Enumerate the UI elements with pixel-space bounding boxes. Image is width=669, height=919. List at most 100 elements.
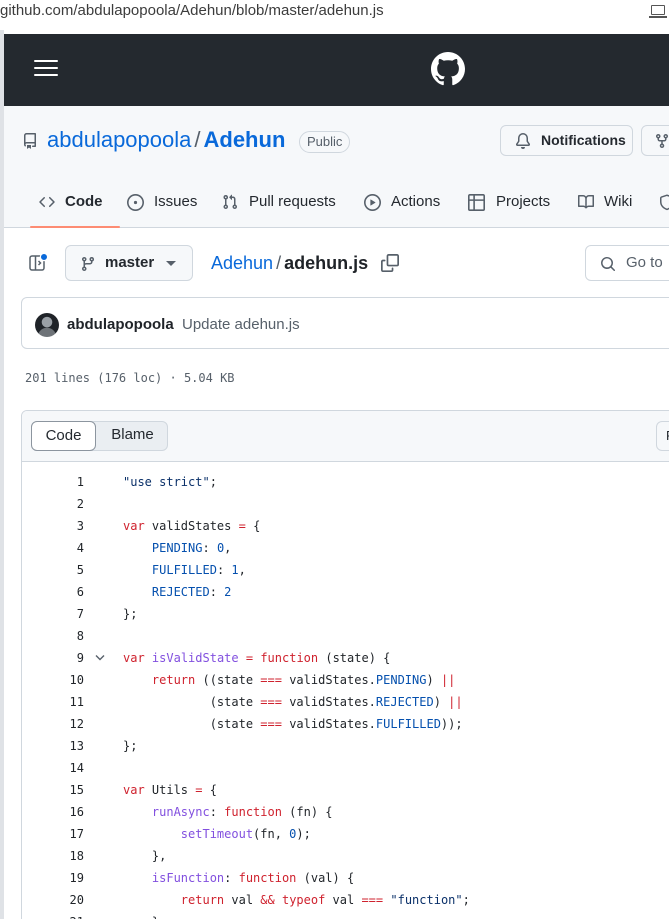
tab-issues[interactable]: Issues bbox=[127, 186, 202, 228]
tab-pull-requests[interactable]: Pull requests bbox=[222, 186, 340, 228]
line-number[interactable]: 10 bbox=[22, 669, 84, 691]
code-text: var validStates = { bbox=[123, 519, 261, 533]
code-lines: 1 "use strict"; 2 3 var validStates = { 4 PEN… bbox=[22, 462, 669, 919]
line-number[interactable]: 16 bbox=[22, 801, 84, 823]
branch-name: master bbox=[105, 254, 155, 271]
line-number[interactable]: 21 bbox=[22, 911, 84, 919]
tab-actions[interactable]: Actions bbox=[364, 186, 446, 228]
code-line: 10 return ((state === validStates.PENDIN… bbox=[22, 669, 669, 691]
line-number[interactable]: 13 bbox=[22, 735, 84, 757]
visibility-badge: Public bbox=[299, 131, 351, 153]
blame-tab[interactable]: Blame bbox=[96, 421, 169, 451]
code-line: 3 var validStates = { bbox=[22, 515, 669, 537]
line-number[interactable]: 19 bbox=[22, 867, 84, 889]
play-icon bbox=[364, 194, 381, 211]
line-number[interactable]: 3 bbox=[22, 515, 84, 537]
breadcrumb-separator: / bbox=[276, 253, 282, 273]
book-icon bbox=[578, 195, 595, 209]
code-text: PENDING: 0, bbox=[151, 541, 232, 555]
code-line: 4 PENDING: 0, bbox=[22, 537, 669, 559]
code-text: setTimeout(fn, 0); bbox=[180, 827, 311, 841]
line-number[interactable]: 14 bbox=[22, 757, 84, 779]
commit-author[interactable]: abdulapopoola bbox=[67, 316, 174, 333]
repo-owner-link[interactable]: abdulapopoola bbox=[47, 127, 191, 152]
go-to-file-input[interactable]: Go to bbox=[585, 245, 669, 281]
chevron-down-icon[interactable] bbox=[95, 654, 105, 662]
code-tab[interactable]: Code bbox=[31, 421, 96, 451]
code-text: var Utils = { bbox=[123, 783, 217, 797]
caret-down-icon bbox=[166, 261, 176, 266]
url-text: github.com/abdulapopoola/Adehun/blob/mas… bbox=[0, 2, 384, 19]
code-text: FULFILLED: 1, bbox=[151, 563, 246, 577]
code-line: 6 REJECTED: 2 bbox=[22, 581, 669, 603]
github-logo-icon[interactable] bbox=[431, 52, 465, 86]
code-line: 16 runAsync: function (fn) { bbox=[22, 801, 669, 823]
tab-security[interactable] bbox=[659, 186, 669, 228]
repo-name-link[interactable]: Adehun bbox=[204, 127, 286, 152]
tab-code[interactable]: Code bbox=[30, 186, 120, 228]
table-icon bbox=[468, 194, 485, 211]
repo-title-separator: / bbox=[194, 127, 201, 152]
code-line: 12 (state === validStates.FULFILLED)); bbox=[22, 713, 669, 735]
issue-icon bbox=[127, 194, 144, 211]
go-to-file-placeholder: Go to bbox=[626, 254, 663, 271]
tab-wiki[interactable]: Wiki bbox=[577, 186, 637, 228]
code-line: 15 var Utils = { bbox=[22, 779, 669, 801]
file-toolbar: master Adehun / adehun.js Go to bbox=[4, 229, 669, 297]
fork-icon bbox=[656, 134, 668, 149]
branch-selector[interactable]: master bbox=[65, 245, 193, 281]
code-text: }, bbox=[123, 911, 166, 919]
line-number[interactable]: 17 bbox=[22, 823, 84, 845]
device-icon[interactable] bbox=[649, 5, 667, 18]
repo-title: abdulapopoola / Adehun bbox=[47, 127, 285, 153]
line-number[interactable]: 20 bbox=[22, 889, 84, 911]
line-number[interactable]: 11 bbox=[22, 691, 84, 713]
pull-request-icon bbox=[223, 194, 238, 210]
line-number[interactable]: 9 bbox=[22, 647, 84, 669]
code-icon bbox=[39, 196, 55, 208]
line-number[interactable]: 18 bbox=[22, 845, 84, 867]
browser-url-bar[interactable]: github.com/abdulapopoola/Adehun/blob/mas… bbox=[0, 0, 669, 30]
code-line: 11 (state === validStates.REJECTED) || bbox=[22, 691, 669, 713]
notifications-button[interactable]: Notifications bbox=[500, 125, 633, 156]
line-number[interactable]: 7 bbox=[22, 603, 84, 625]
code-viewer-header: Blame Code R bbox=[22, 411, 669, 462]
code-line: 18 }, bbox=[22, 845, 669, 867]
hamburger-icon[interactable] bbox=[34, 60, 58, 78]
branch-icon bbox=[81, 257, 94, 272]
raw-button[interactable]: R bbox=[656, 421, 669, 451]
search-icon bbox=[601, 257, 616, 272]
breadcrumb-repo-link[interactable]: Adehun bbox=[211, 253, 273, 273]
code-text: var isValidState = function (state) { bbox=[123, 651, 391, 665]
line-number[interactable]: 8 bbox=[22, 625, 84, 647]
avatar[interactable] bbox=[35, 313, 59, 337]
code-text: isFunction: function (val) { bbox=[151, 871, 355, 885]
code-line: 20 return val && typeof val === "functio… bbox=[22, 889, 669, 911]
line-number[interactable]: 2 bbox=[22, 493, 84, 515]
tab-projects-label: Projects bbox=[496, 193, 551, 210]
line-number[interactable]: 12 bbox=[22, 713, 84, 735]
code-line: 19 isFunction: function (val) { bbox=[22, 867, 669, 889]
bell-icon bbox=[515, 133, 530, 149]
commit-message[interactable]: Update adehun.js bbox=[182, 316, 300, 333]
repo-icon bbox=[23, 133, 36, 149]
code-text: }; bbox=[123, 607, 138, 621]
sidebar-expand-icon[interactable] bbox=[28, 253, 48, 273]
tab-wiki-label: Wiki bbox=[604, 193, 633, 210]
fork-button[interactable] bbox=[641, 125, 669, 156]
line-number[interactable]: 5 bbox=[22, 559, 84, 581]
tab-projects[interactable]: Projects bbox=[468, 186, 558, 228]
copy-path-icon[interactable] bbox=[381, 254, 399, 272]
code-line: 9 var isValidState = function (state) { bbox=[22, 647, 669, 669]
line-number[interactable]: 6 bbox=[22, 581, 84, 603]
code-line: 7}; bbox=[22, 603, 669, 625]
code-line: 21 }, bbox=[22, 911, 669, 919]
tab-pull-requests-label: Pull requests bbox=[249, 193, 336, 210]
line-number[interactable]: 1 bbox=[22, 471, 84, 493]
code-line: 17 setTimeout(fn, 0); bbox=[22, 823, 669, 845]
code-text: "use strict"; bbox=[123, 475, 217, 489]
line-number[interactable]: 4 bbox=[22, 537, 84, 559]
code-text: return ((state === validStates.PENDING) … bbox=[151, 673, 456, 687]
tab-issues-label: Issues bbox=[154, 193, 198, 210]
line-number[interactable]: 15 bbox=[22, 779, 84, 801]
